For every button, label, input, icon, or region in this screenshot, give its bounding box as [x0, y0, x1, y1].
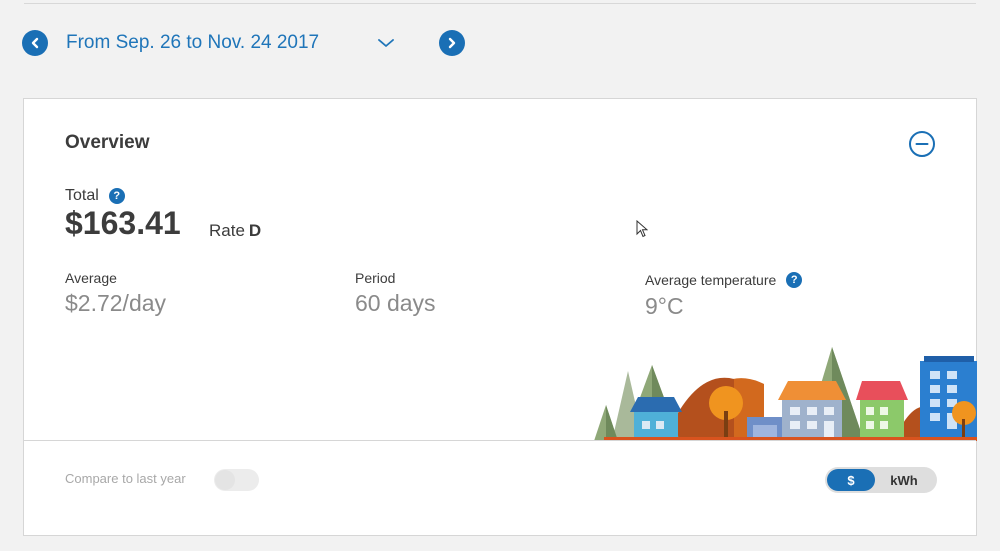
rate-label: Rate: [209, 221, 245, 240]
average-value: $2.72/day: [65, 290, 167, 316]
unit-dollar-button[interactable]: $: [827, 469, 875, 491]
period-dropdown-button[interactable]: [376, 33, 396, 53]
chevron-right-icon: [448, 37, 456, 49]
overview-card: Overview Total ? $163.41 Rate D Average $…: [23, 98, 977, 536]
compare-label: Compare to last year: [65, 471, 186, 486]
top-divider: [24, 3, 976, 4]
average-label: Average: [65, 270, 117, 286]
period-stat-label: Period: [355, 270, 396, 286]
total-help-icon[interactable]: ?: [108, 188, 125, 204]
town-illustration: [594, 347, 977, 441]
temperature-label-row: Average temperature ?: [645, 272, 803, 288]
next-period-button[interactable]: [439, 30, 465, 56]
chevron-left-icon: [31, 37, 39, 49]
total-label: Total: [65, 187, 99, 204]
period-navigation: From Sep. 26 to Nov. 24 2017: [22, 28, 492, 58]
chevron-down-icon: [378, 39, 394, 47]
mouse-cursor-icon: [636, 220, 648, 238]
total-value: $163.41: [65, 205, 181, 241]
temperature-label: Average temperature: [645, 272, 777, 288]
unit-kwh-button[interactable]: kWh: [875, 469, 933, 491]
compare-toggle[interactable]: [214, 469, 259, 491]
total-label-row: Total ?: [65, 187, 125, 205]
card-divider: [24, 440, 976, 441]
period-label[interactable]: From Sep. 26 to Nov. 24 2017: [66, 32, 376, 54]
collapse-icon[interactable]: [908, 130, 936, 158]
temperature-value: 9°C: [645, 293, 684, 319]
temperature-help-icon[interactable]: ?: [786, 272, 803, 288]
unit-switch: $ kWh: [825, 467, 937, 493]
previous-period-button[interactable]: [22, 30, 48, 56]
toggle-knob: [215, 470, 235, 490]
period-stat-value: 60 days: [355, 290, 436, 316]
rate-value: D: [248, 221, 262, 240]
overview-title: Overview: [65, 132, 150, 153]
rate-info: Rate D: [209, 221, 261, 241]
